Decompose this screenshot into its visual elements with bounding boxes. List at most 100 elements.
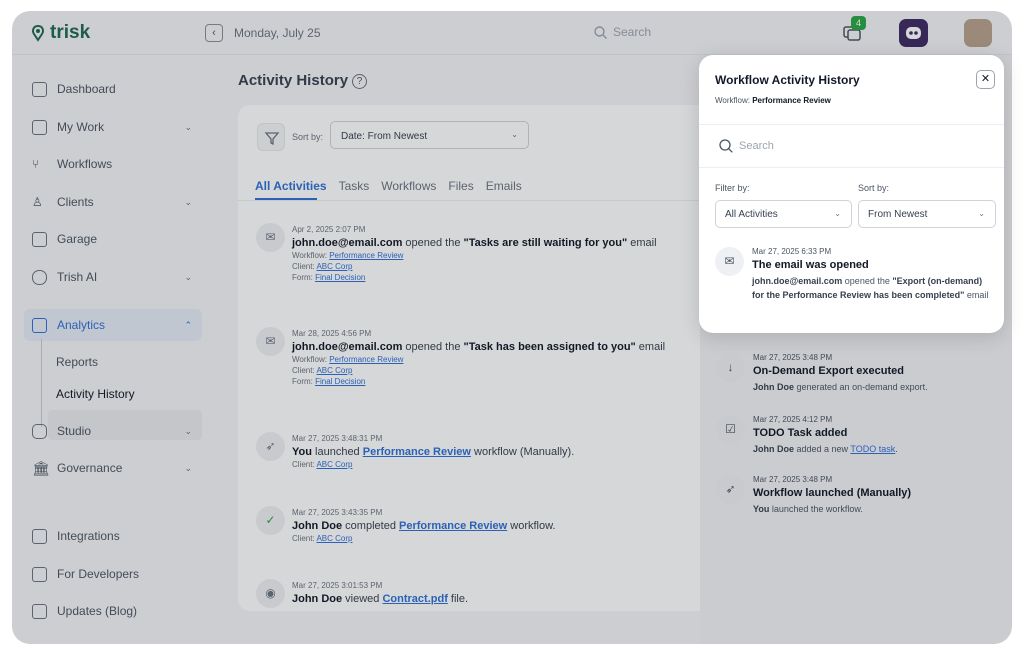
activity-card: Sort by: Date: From Newest ⌄ All Activiti…: [238, 105, 716, 611]
entry-client: Client: ABC Corp: [292, 460, 722, 469]
entry-workflow: Workflow: Performance Review: [292, 355, 722, 364]
entry-client-link[interactable]: ABC Corp: [316, 366, 352, 375]
rocket-icon: ➶: [716, 475, 745, 504]
entry-text: You launched Performance Review workflow…: [292, 446, 722, 458]
sort-select[interactable]: Date: From Newest ⌄: [330, 121, 529, 149]
brand-logo[interactable]: trisk: [30, 22, 90, 44]
sidebar-subitem-reports[interactable]: Reports: [56, 355, 98, 369]
entry-workflow-link[interactable]: Performance Review: [329, 251, 403, 260]
top-search-placeholder: Search: [613, 25, 652, 39]
timeline-desc: John Doe added a new TODO task.: [753, 442, 993, 457]
entry-text: john.doe@email.com opened the "Tasks are…: [292, 237, 722, 249]
entry-form-link[interactable]: Final Decision: [315, 273, 365, 282]
entry-workflow-link[interactable]: Performance Review: [329, 355, 403, 364]
tab-workflows[interactable]: Workflows: [381, 179, 436, 193]
tab-tasks[interactable]: Tasks: [339, 179, 370, 193]
filter-button[interactable]: [257, 123, 285, 151]
entry-client: Client: ABC Corp: [292, 262, 722, 271]
popup-search-input[interactable]: Search: [719, 139, 774, 153]
top-search-input[interactable]: Search: [594, 25, 651, 39]
sidebar-item-label: Governance: [57, 461, 123, 475]
sidebar-item-updates-blog[interactable]: Updates (Blog): [32, 601, 192, 621]
entry-text: john.doe@email.com opened the "Task has …: [292, 341, 722, 353]
entry-client: Client: ABC Corp: [292, 366, 722, 375]
entry-verb: completed: [342, 520, 399, 532]
sidebar-item-garage[interactable]: Garage: [32, 229, 192, 249]
timeline-todo-link[interactable]: TODO task: [850, 444, 895, 454]
timeline-title: TODO Task added: [753, 427, 848, 439]
sidebar-item-clients[interactable]: ♙ Clients ⌄: [32, 192, 192, 212]
divider: [699, 167, 1004, 168]
garage-icon: [32, 231, 47, 247]
chevron-down-icon: ⌄: [834, 209, 841, 218]
sidebar-item-label: Trish AI: [57, 270, 98, 284]
entry-actor: You: [292, 446, 312, 458]
sidebar-item-dashboard[interactable]: Dashboard: [32, 79, 192, 99]
chevron-up-icon: ⌃: [184, 319, 192, 330]
tab-emails[interactable]: Emails: [486, 179, 522, 193]
entry-object-link[interactable]: Performance Review: [363, 446, 471, 458]
entry-client-link[interactable]: ABC Corp: [316, 534, 352, 543]
entry-verb: viewed: [342, 593, 383, 605]
sort-label: Sort by:: [858, 183, 890, 193]
timeline-timestamp: Mar 27, 2025 3:48 PM: [753, 353, 833, 362]
filter-label: Filter by:: [715, 183, 750, 193]
sidebar-item-label: My Work: [57, 120, 105, 134]
user-avatar[interactable]: [964, 19, 992, 47]
tab-all-activities[interactable]: All Activities: [255, 179, 327, 193]
sidebar-item-label: Studio: [57, 424, 92, 438]
sidebar-item-analytics[interactable]: Analytics ⌃: [32, 315, 192, 335]
divider: [699, 124, 1004, 125]
rocket-icon: [32, 603, 47, 619]
timeline-desc-text: added a new: [794, 444, 851, 454]
timeline-actor: john.doe@email.com: [752, 276, 843, 286]
timeline-timestamp: Mar 27, 2025 6:33 PM: [752, 247, 832, 256]
sidebar-item-integrations[interactable]: Integrations: [32, 526, 192, 546]
entry-actor: john.doe@email.com: [292, 341, 403, 353]
entry-form-label: Form:: [292, 273, 316, 282]
sidebar-item-label: Updates (Blog): [57, 604, 138, 618]
sidebar-item-label: Garage: [57, 232, 98, 246]
entry-object-link[interactable]: Performance Review: [399, 520, 507, 532]
search-icon: [594, 25, 607, 39]
sidebar-item-label: Workflows: [57, 157, 113, 171]
filter-select[interactable]: All Activities ⌄: [715, 200, 852, 228]
clients-icon: ♙: [32, 194, 43, 209]
sidebar-item-studio[interactable]: Studio ⌄: [32, 421, 192, 441]
entry-client-link[interactable]: ABC Corp: [316, 262, 352, 271]
tabs-divider: [238, 200, 716, 201]
trish-ai-bot-icon[interactable]: [899, 19, 928, 47]
entry-form-link[interactable]: Final Decision: [315, 377, 365, 386]
notification-badge: 4: [851, 16, 866, 30]
sidebar-item-workflows[interactable]: ⑂ Workflows: [32, 154, 192, 174]
entry-client-label: Client:: [292, 366, 317, 375]
close-button[interactable]: ✕: [976, 70, 995, 89]
entry-client-label: Client:: [292, 460, 317, 469]
top-bar: trisk ‹ Monday, July 25 Search 4: [12, 11, 1012, 55]
entry-object-link[interactable]: Contract.pdf: [382, 593, 447, 605]
entry-tail: email: [627, 237, 657, 249]
sidebar-subitem-activity-history[interactable]: Activity History: [56, 387, 135, 401]
sort-select[interactable]: From Newest ⌄: [858, 200, 996, 228]
popup-title: Workflow Activity History: [715, 73, 860, 87]
entry-client-link[interactable]: ABC Corp: [316, 460, 352, 469]
sidebar-item-label: Analytics: [57, 318, 106, 332]
entry-text: John Doe viewed Contract.pdf file.: [292, 593, 722, 605]
clipboard-check-icon: ☑: [716, 415, 745, 444]
sidebar-item-for-developers[interactable]: For Developers: [32, 564, 192, 584]
tab-files[interactable]: Files: [448, 179, 473, 193]
timeline-desc-text: launched the workflow.: [769, 504, 863, 514]
studio-icon: [32, 423, 47, 439]
timeline-actor: John Doe: [753, 382, 795, 392]
chevron-down-icon: ⌄: [184, 196, 192, 207]
sidebar-item-trish-ai[interactable]: Trish AI ⌄: [32, 267, 192, 287]
workflow-activity-popup: Workflow Activity History Workflow: Perf…: [699, 55, 1004, 333]
entry-verb: opened the: [402, 237, 464, 249]
entry-tail: workflow.: [507, 520, 556, 532]
sidebar-item-governance[interactable]: 🏛 Governance ⌄: [32, 458, 192, 478]
help-icon[interactable]: ?: [352, 74, 368, 89]
sidebar-item-my-work[interactable]: My Work ⌄: [32, 117, 192, 137]
entry-timestamp: Mar 27, 2025 3:48:31 PM: [292, 434, 383, 443]
collapse-sidebar-button[interactable]: ‹: [205, 24, 223, 42]
filter-select-value: All Activities: [725, 209, 778, 220]
